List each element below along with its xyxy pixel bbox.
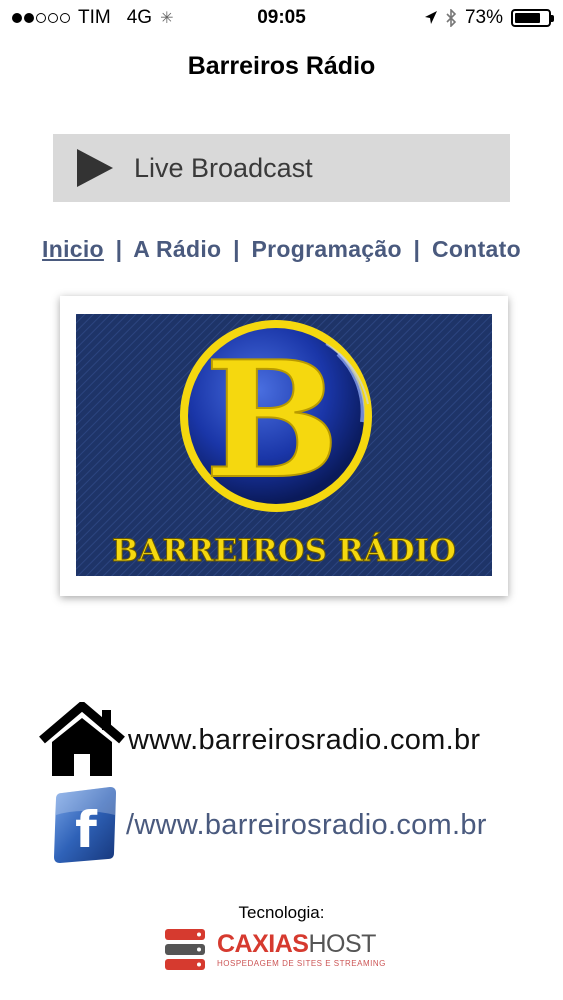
battery-icon — [511, 9, 554, 27]
nav-separator: | — [115, 236, 123, 262]
host-name-part2: HOST — [308, 930, 376, 958]
nav-link-a-radio[interactable]: A Rádio — [133, 236, 221, 262]
nav-separator: | — [233, 236, 240, 262]
live-broadcast-button[interactable]: Live Broadcast — [53, 134, 510, 202]
main-nav: Inicio | A Rádio | Programação | Contato — [0, 236, 563, 263]
host-tagline: HOSPEDAGEM DE SITES E STREAMING — [217, 959, 386, 968]
station-logo-image: B BARREIROS RÁDIO — [76, 314, 492, 576]
facebook-icon[interactable]: f — [52, 785, 118, 865]
live-broadcast-label: Live Broadcast — [134, 152, 313, 183]
location-arrow-icon — [424, 11, 437, 24]
logo-letter: B — [204, 326, 339, 514]
host-name-part1: CAXIAS — [217, 930, 309, 958]
technology-label: Tecnologia: — [238, 903, 325, 922]
battery-percent: 73% — [464, 7, 503, 28]
facebook-link[interactable]: f /www.barreirosradio.com.br — [52, 785, 487, 865]
nav-link-inicio[interactable]: Inicio — [42, 236, 104, 262]
home-icon[interactable] — [38, 702, 126, 778]
status-right: 73% — [424, 7, 554, 29]
host-name: CAXIASHOST — [217, 932, 386, 957]
caxias-host-logo[interactable]: CAXIASHOST HOSPEDAGEM DE SITES E STREAMI… — [163, 926, 386, 974]
station-logo: B BARREIROS RÁDIO — [60, 296, 508, 596]
website-url[interactable]: www.barreirosradio.com.br — [128, 724, 480, 757]
website-link[interactable]: www.barreirosradio.com.br — [38, 702, 480, 778]
server-stack-icon — [165, 929, 205, 970]
facebook-url[interactable]: /www.barreirosradio.com.br — [126, 809, 487, 842]
play-icon[interactable] — [77, 149, 113, 187]
status-bar: TIM 4G ✳ 09:05 73% — [0, 0, 563, 36]
host-brand-text: CAXIASHOST HOSPEDAGEM DE SITES E STREAMI… — [217, 932, 386, 969]
page-title: Barreiros Rádio — [187, 52, 376, 80]
bluetooth-icon — [446, 9, 457, 27]
nav-separator: | — [413, 236, 421, 262]
logo-text: BARREIROS RÁDIO — [112, 531, 456, 569]
svg-text:f: f — [75, 801, 98, 859]
nav-link-programacao[interactable]: Programação — [252, 236, 402, 262]
nav-link-contato[interactable]: Contato — [432, 236, 521, 262]
